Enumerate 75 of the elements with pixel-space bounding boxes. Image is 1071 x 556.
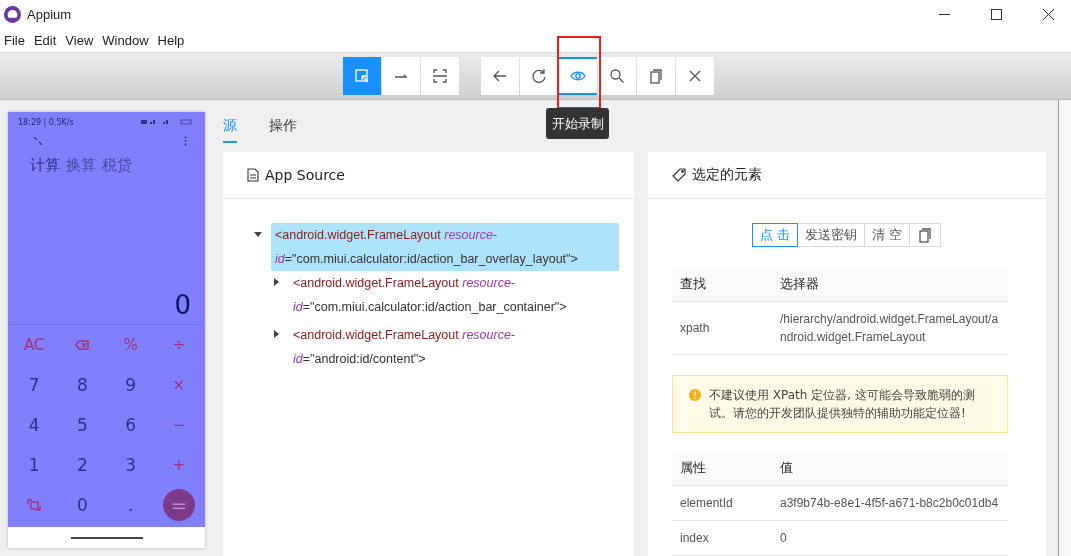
menu-item[interactable]: File (2, 32, 32, 48)
equals-key: = (162, 489, 195, 521)
calculator-key: AC (23, 336, 45, 354)
calculator-tab-label: 计算 (30, 156, 60, 175)
calculator-key: 0 (76, 495, 88, 515)
column-header: 值 (779, 459, 794, 477)
tree-node[interactable]: <android.widget.FrameLayout resource-id="com.miui.calculator:id/action_bar_overlay_layout"> (271, 223, 619, 271)
calculator-tab-label: 税贷 (102, 156, 132, 175)
card-title: 选定的元素 (692, 166, 762, 184)
calculator-key: × (172, 376, 186, 394)
calculator-key: 9 (125, 375, 137, 395)
file-icon (247, 168, 259, 182)
tab[interactable]: 操作 (269, 114, 297, 143)
rotate-icon (27, 498, 42, 512)
card-title: App Source (265, 167, 345, 183)
tag-icon (672, 168, 686, 182)
calculator-key: 7 (28, 375, 40, 395)
app-logo (4, 5, 21, 23)
copy-icon (917, 227, 934, 243)
tree-node[interactable]: <android.widget.FrameLayout resource-id="com.miui.calculator:id/action_bar_container"> (289, 271, 572, 319)
warning-text: 不建议使用 XPath 定位器, 这可能会导致脆弱的测试。请您的开发团队提供独特的辅助功能定位器! (709, 387, 976, 422)
calculator-key: . (127, 495, 134, 515)
calculator-key: 1 (28, 455, 40, 475)
menu-item[interactable]: Window (100, 32, 156, 48)
select-icon (354, 68, 370, 84)
close-icon (1042, 8, 1054, 20)
eye-button[interactable] (559, 57, 597, 95)
window-title: Appium (27, 6, 73, 22)
status-text: 18:29 | 0.5K/s (18, 117, 74, 127)
tooltip: 开始录制 (546, 108, 609, 139)
warning-icon (689, 389, 701, 401)
menu-item[interactable]: View (63, 32, 101, 48)
select-button[interactable] (343, 57, 381, 95)
back-button[interactable] (481, 57, 519, 95)
calculator-key: % (123, 336, 138, 354)
calculator-tab-label: 换算 (66, 156, 96, 175)
collapse-icon (34, 137, 42, 145)
search-button[interactable] (598, 57, 636, 95)
calculator-key: 2 (76, 455, 88, 475)
table-cell-text: elementId (679, 495, 734, 512)
copy-button[interactable] (909, 223, 942, 247)
maximize-icon (990, 8, 1002, 20)
calculator-key: 4 (28, 415, 40, 435)
calculator-key: 5 (76, 415, 88, 435)
table-cell-text: a3f9b74b-e8e1-4f5f-a671-b8c2b0c01db4 (779, 495, 1000, 512)
calculator-key: − (172, 416, 186, 434)
backspace-icon (75, 340, 90, 350)
close-icon (687, 68, 703, 84)
table-cell-text: xpath (679, 320, 711, 337)
refresh-icon (531, 68, 547, 84)
calculator-key: + (172, 456, 186, 474)
calculator-key: 3 (125, 455, 137, 475)
column-header: 查找 (679, 275, 707, 293)
table-cell-text: index (679, 530, 710, 547)
calculator-key: ÷ (172, 336, 186, 354)
tap-area-button[interactable] (421, 57, 459, 95)
copy-icon (648, 68, 664, 84)
column-header: 选择器 (779, 275, 820, 293)
refresh-button[interactable] (520, 57, 558, 95)
calculator-key: 6 (125, 415, 137, 435)
menu-item[interactable]: Help (155, 32, 192, 48)
more-icon (184, 136, 187, 146)
back-arrow-icon (492, 68, 508, 84)
search-icon (609, 68, 625, 84)
copy-button[interactable] (637, 57, 675, 95)
calculator-key: 8 (76, 375, 88, 395)
menu-item[interactable]: Edit (31, 32, 64, 48)
table-cell-text: 0 (779, 530, 788, 547)
calculator-display: 0 (173, 290, 192, 322)
tree-node[interactable]: <android.widget.FrameLayout resource-id="android:id/content"> (289, 323, 572, 371)
tap-area-icon (432, 68, 448, 84)
action-button[interactable]: 发送密钥 (797, 223, 865, 247)
action-button[interactable]: 清 空 (864, 223, 911, 247)
table-cell-text: /hierarchy/android.widget.FrameLayout/android.widget.FrameLayout (779, 311, 1000, 346)
column-header: 属性 (679, 459, 707, 477)
